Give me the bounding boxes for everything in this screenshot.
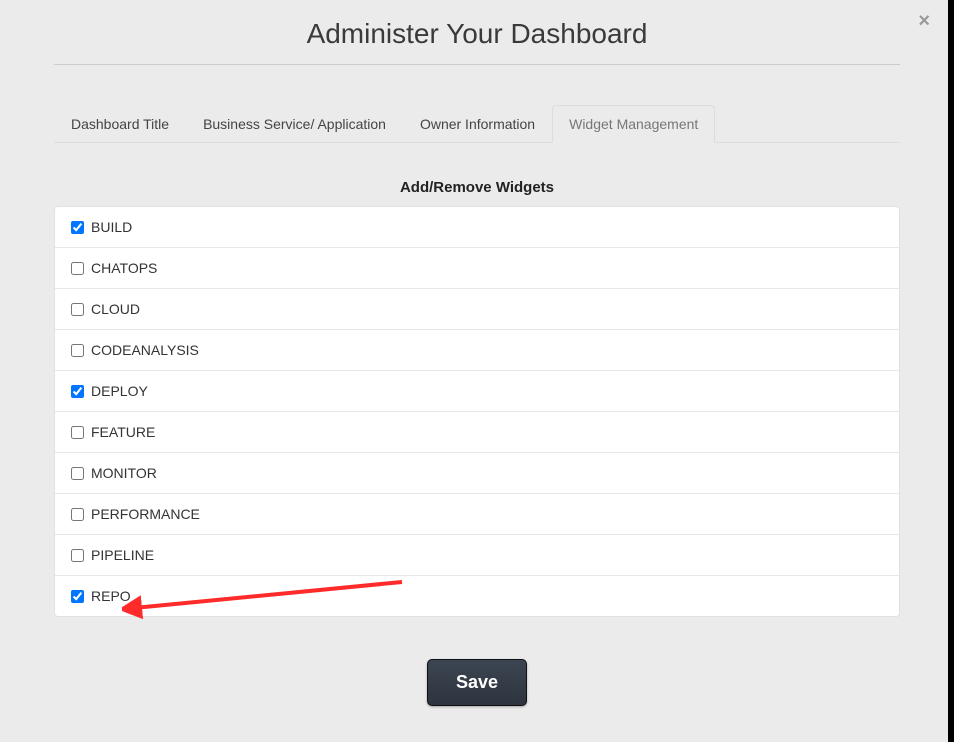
- tab-widget-management[interactable]: Widget Management: [552, 105, 715, 143]
- widget-row-codeanalysis[interactable]: CODEANALYSIS: [55, 330, 899, 371]
- widget-checkbox-feature[interactable]: [71, 426, 84, 439]
- widget-row-build[interactable]: BUILD: [55, 207, 899, 248]
- tab-bar: Dashboard Title Business Service/ Applic…: [54, 105, 900, 143]
- widget-row-pipeline[interactable]: PIPELINE: [55, 535, 899, 576]
- widget-row-repo[interactable]: REPO: [55, 576, 899, 616]
- tab-business-service[interactable]: Business Service/ Application: [186, 105, 403, 143]
- widget-row-chatops[interactable]: CHATOPS: [55, 248, 899, 289]
- widget-row-deploy[interactable]: DEPLOY: [55, 371, 899, 412]
- widget-checkbox-pipeline[interactable]: [71, 549, 84, 562]
- widget-row-cloud[interactable]: CLOUD: [55, 289, 899, 330]
- widget-label: PERFORMANCE: [91, 506, 200, 522]
- widget-label: BUILD: [91, 219, 132, 235]
- title-divider: [54, 64, 900, 65]
- tab-owner-information[interactable]: Owner Information: [403, 105, 552, 143]
- save-button[interactable]: Save: [427, 659, 527, 706]
- widget-row-performance[interactable]: PERFORMANCE: [55, 494, 899, 535]
- widget-checkbox-monitor[interactable]: [71, 467, 84, 480]
- widget-label: CHATOPS: [91, 260, 157, 276]
- scrollbar[interactable]: [948, 0, 954, 742]
- widget-list: BUILD CHATOPS CLOUD CODEANALYSIS DEPLOY …: [54, 206, 900, 617]
- modal-title: Administer Your Dashboard: [0, 0, 954, 64]
- widget-checkbox-build[interactable]: [71, 221, 84, 234]
- widget-label: MONITOR: [91, 465, 157, 481]
- section-title: Add/Remove Widgets: [0, 179, 954, 196]
- tab-dashboard-title[interactable]: Dashboard Title: [54, 105, 186, 143]
- close-button[interactable]: ×: [918, 10, 930, 33]
- widget-checkbox-performance[interactable]: [71, 508, 84, 521]
- widget-checkbox-cloud[interactable]: [71, 303, 84, 316]
- widget-checkbox-chatops[interactable]: [71, 262, 84, 275]
- widget-checkbox-repo[interactable]: [71, 590, 84, 603]
- widget-label: PIPELINE: [91, 547, 154, 563]
- widget-label: REPO: [91, 588, 131, 604]
- widget-label: CODEANALYSIS: [91, 342, 199, 358]
- widget-checkbox-codeanalysis[interactable]: [71, 344, 84, 357]
- widget-row-monitor[interactable]: MONITOR: [55, 453, 899, 494]
- widget-label: CLOUD: [91, 301, 140, 317]
- widget-checkbox-deploy[interactable]: [71, 385, 84, 398]
- widget-row-feature[interactable]: FEATURE: [55, 412, 899, 453]
- widget-label: DEPLOY: [91, 383, 148, 399]
- widget-label: FEATURE: [91, 424, 155, 440]
